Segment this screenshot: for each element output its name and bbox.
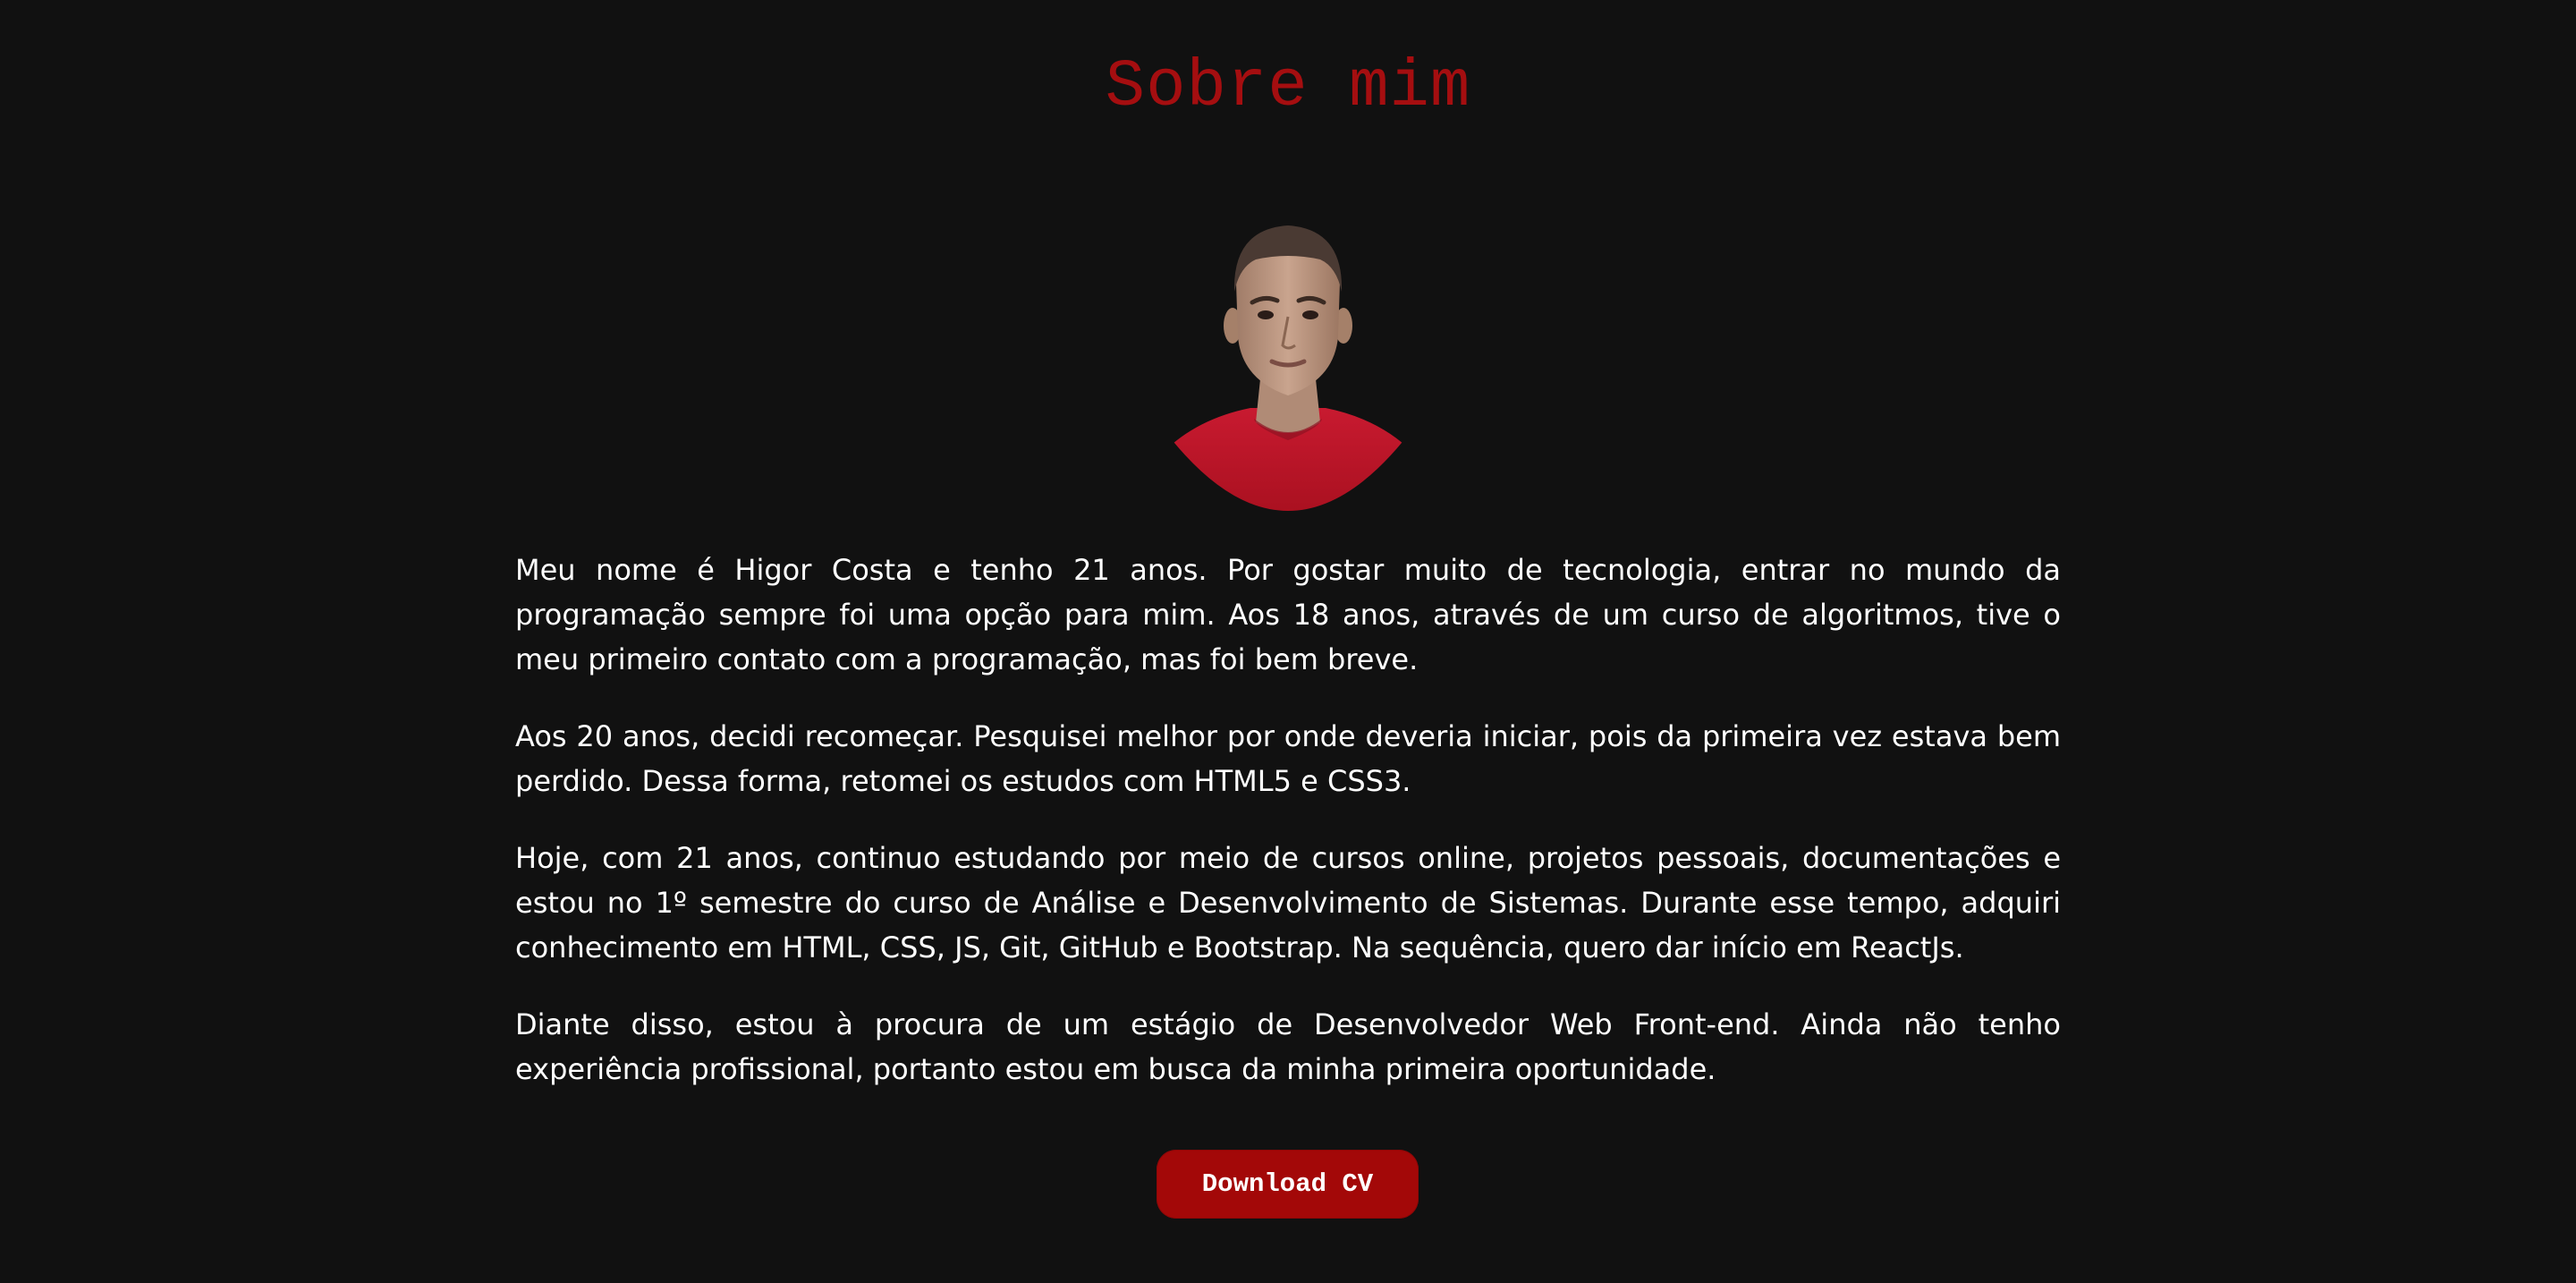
about-section: Sobre mim Meu nome é Higor Costa e tenho… [0, 0, 2576, 1283]
download-cv-button[interactable]: Download CV [1157, 1150, 1419, 1219]
about-paragraph-1: Meu nome é Higor Costa e tenho 21 anos. … [515, 553, 2061, 676]
profile-photo-graphic [1161, 225, 1415, 511]
about-paragraph-4: Diante disso, estou à procura de um está… [515, 1007, 2061, 1086]
about-text: Meu nome é Higor Costa e tenho 21 anos. … [515, 548, 2061, 1124]
section-title: Sobre mim [1105, 50, 1471, 125]
profile-photo [1161, 220, 1415, 519]
about-paragraph-2: Aos 20 anos, decidi recomeçar. Pesquisei… [515, 719, 2061, 798]
about-paragraph-3: Hoje, com 21 anos, continuo estudando po… [515, 841, 2061, 964]
